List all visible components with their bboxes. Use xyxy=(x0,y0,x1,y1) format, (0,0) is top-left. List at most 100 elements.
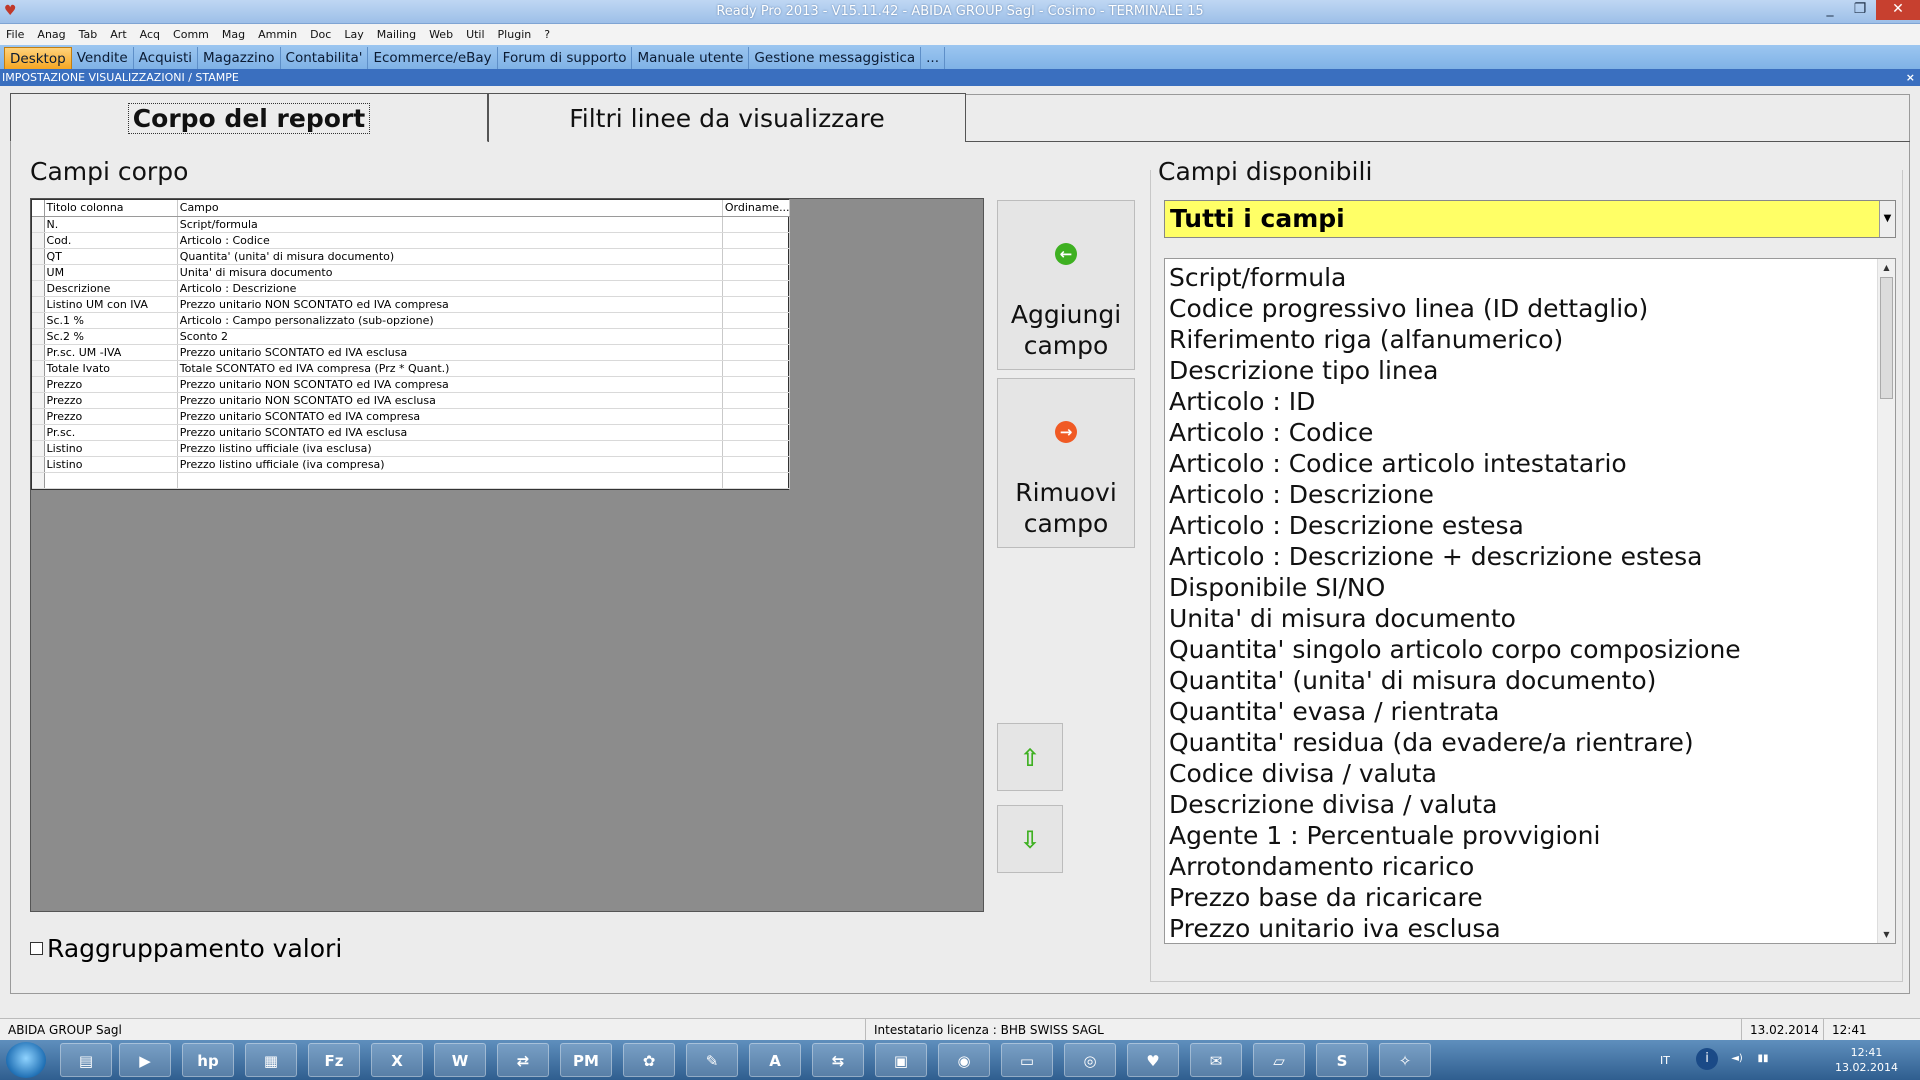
column-header-title[interactable]: Titolo colonna xyxy=(44,200,178,217)
restore-button[interactable]: ❐ xyxy=(1846,0,1874,20)
table-row[interactable]: Listino UM con IVA Prezzo unitario NON SC… xyxy=(32,296,791,313)
cell-field[interactable]: Articolo : Codice xyxy=(177,232,723,249)
tab-ecommerce[interactable]: Ecommerce/eBay xyxy=(368,47,498,69)
list-item[interactable]: Riferimento riga (alfanumerico) xyxy=(1169,324,1875,355)
skype-icon[interactable]: S xyxy=(1316,1043,1368,1077)
table-row[interactable]: UM Unita' di misura documento xyxy=(32,264,791,281)
table-row[interactable]: Sc.2 % Sconto 2 xyxy=(32,328,791,345)
tab-manuale[interactable]: Manuale utente xyxy=(632,47,750,69)
cell-title[interactable]: Descrizione xyxy=(44,280,178,297)
cell-title[interactable]: Prezzo xyxy=(44,408,178,425)
cell-order[interactable] xyxy=(722,472,791,489)
list-item[interactable]: Arrotondamento ricarico xyxy=(1169,851,1875,882)
network-icon[interactable]: ⇄ xyxy=(497,1043,549,1077)
move-up-button[interactable]: ⇧ xyxy=(997,723,1063,791)
list-item[interactable]: Agente 1 : Percentuale provvigioni xyxy=(1169,820,1875,851)
menu-lay[interactable]: Lay xyxy=(338,28,370,41)
menu-mag[interactable]: Mag xyxy=(216,28,252,41)
list-item[interactable]: Quantita' (unita' di misura documento) xyxy=(1169,665,1875,696)
table-row[interactable]: QT Quantita' (unita' di misura documento) xyxy=(32,248,791,265)
cell-field[interactable]: Totale SCONTATO ed IVA compresa (Prz * Q… xyxy=(177,360,723,377)
close-window-button[interactable]: ✕ xyxy=(1876,0,1920,20)
chevron-down-icon[interactable]: ▼ xyxy=(1879,201,1895,237)
gimp-icon[interactable]: ✎ xyxy=(686,1043,738,1077)
cell-order[interactable] xyxy=(722,440,791,457)
add-field-button[interactable]: ← Aggiungi campo xyxy=(997,200,1135,370)
cell-order[interactable] xyxy=(722,264,791,281)
cell-title[interactable]: Pr.sc. UM -IVA xyxy=(44,344,178,361)
column-header-order[interactable]: Ordiname... xyxy=(722,200,791,217)
cell-field[interactable]: Articolo : Descrizione xyxy=(177,280,723,297)
cell-order[interactable] xyxy=(722,248,791,265)
table-row[interactable]: Pr.sc. UM -IVA Prezzo unitario SCONTATO e… xyxy=(32,344,791,361)
acrobat-icon[interactable]: A xyxy=(749,1043,801,1077)
menu-web[interactable]: Web xyxy=(423,28,460,41)
picasa-icon[interactable]: ✿ xyxy=(623,1043,675,1077)
minimize-button[interactable]: _ xyxy=(1816,0,1844,20)
table-row[interactable]: Descrizione Articolo : Descrizione xyxy=(32,280,791,297)
media-player-icon[interactable]: ▶ xyxy=(119,1043,171,1077)
language-indicator[interactable]: IT xyxy=(1660,1054,1670,1067)
tab-magazzino[interactable]: Magazzino xyxy=(198,47,281,69)
menu-doc[interactable]: Doc xyxy=(304,28,338,41)
teamviewer-icon[interactable]: ⇆ xyxy=(812,1043,864,1077)
cell-field[interactable]: Unita' di misura documento xyxy=(177,264,723,281)
tools-icon[interactable]: ✧ xyxy=(1379,1043,1431,1077)
close-form-icon[interactable]: × xyxy=(1906,69,1915,86)
terminal-icon[interactable]: ▭ xyxy=(1001,1043,1053,1077)
clock[interactable]: 12:41 13.02.2014 xyxy=(1835,1045,1898,1075)
start-button[interactable] xyxy=(6,1042,46,1078)
table-row[interactable]: Prezzo Prezzo unitario SCONTATO ed IVA co… xyxy=(32,408,791,425)
cell-field[interactable]: Prezzo listino ufficiale (iva esclusa) xyxy=(177,440,723,457)
firefox-icon[interactable]: ◉ xyxy=(938,1043,990,1077)
list-scrollbar[interactable]: ▲ ▼ xyxy=(1877,259,1895,943)
move-down-button[interactable]: ⇩ xyxy=(997,805,1063,873)
list-item[interactable]: Articolo : Descrizione + descrizione est… xyxy=(1169,541,1875,572)
volume-icon[interactable]: ◄) xyxy=(1726,1048,1748,1070)
list-item[interactable]: Articolo : Descrizione xyxy=(1169,479,1875,510)
list-item[interactable]: Quantita' residua (da evadere/a rientrar… xyxy=(1169,727,1875,758)
cell-field[interactable]: Prezzo unitario SCONTATO ed IVA compresa xyxy=(177,408,723,425)
tab-desktop[interactable]: Desktop xyxy=(4,47,72,69)
tab-forum[interactable]: Forum di supporto xyxy=(498,47,633,69)
menu-anag[interactable]: Anag xyxy=(31,28,72,41)
list-item[interactable]: Articolo : ID xyxy=(1169,386,1875,417)
scroll-down-icon[interactable]: ▼ xyxy=(1878,926,1895,943)
cell-title[interactable]: Sc.1 % xyxy=(44,312,178,329)
notes-icon[interactable]: ▱ xyxy=(1253,1043,1305,1077)
cell-order[interactable] xyxy=(722,216,791,233)
cell-title[interactable]: Pr.sc. xyxy=(44,424,178,441)
menu-acq[interactable]: Acq xyxy=(134,28,167,41)
menu-comm[interactable]: Comm xyxy=(167,28,216,41)
ready-pro-icon[interactable]: ♥ xyxy=(1127,1043,1179,1077)
list-item[interactable]: Script/formula xyxy=(1169,262,1875,293)
table-row[interactable]: Sc.1 % Articolo : Campo personalizzato (s… xyxy=(32,312,791,329)
scroll-thumb[interactable] xyxy=(1880,277,1893,399)
cell-title[interactable]: Totale Ivato xyxy=(44,360,178,377)
table-row[interactable]: Cod. Articolo : Codice xyxy=(32,232,791,249)
archive-icon[interactable]: ▦ xyxy=(245,1043,297,1077)
tab-filtri-linee[interactable]: Filtri linee da visualizzare xyxy=(488,93,966,142)
network-tray-icon[interactable]: ▮▮ xyxy=(1752,1048,1774,1070)
menu-file[interactable]: File xyxy=(0,28,31,41)
tab-vendite[interactable]: Vendite xyxy=(72,47,134,69)
list-item[interactable]: Prezzo unitario iva esclusa xyxy=(1169,913,1875,943)
menu-help[interactable]: ? xyxy=(538,28,557,41)
cell-order[interactable] xyxy=(722,232,791,249)
cell-field[interactable]: Prezzo unitario SCONTATO ed IVA esclusa xyxy=(177,424,723,441)
list-item[interactable]: Codice divisa / valuta xyxy=(1169,758,1875,789)
filezilla-icon[interactable]: Fz xyxy=(308,1043,360,1077)
cell-title[interactable] xyxy=(44,472,178,489)
mail-icon[interactable]: ✉ xyxy=(1190,1043,1242,1077)
cell-title[interactable]: Prezzo xyxy=(44,392,178,409)
menu-mailing[interactable]: Mailing xyxy=(371,28,423,41)
cell-field[interactable]: Sconto 2 xyxy=(177,328,723,345)
cell-order[interactable] xyxy=(722,456,791,473)
list-item[interactable]: Articolo : Codice xyxy=(1169,417,1875,448)
list-item[interactable]: Quantita' evasa / rientrata xyxy=(1169,696,1875,727)
cell-title[interactable]: N. xyxy=(44,216,178,233)
menu-art[interactable]: Art xyxy=(104,28,133,41)
cell-title[interactable]: Listino xyxy=(44,456,178,473)
table-row-empty[interactable] xyxy=(32,472,791,489)
hp-icon[interactable]: hp xyxy=(182,1043,234,1077)
